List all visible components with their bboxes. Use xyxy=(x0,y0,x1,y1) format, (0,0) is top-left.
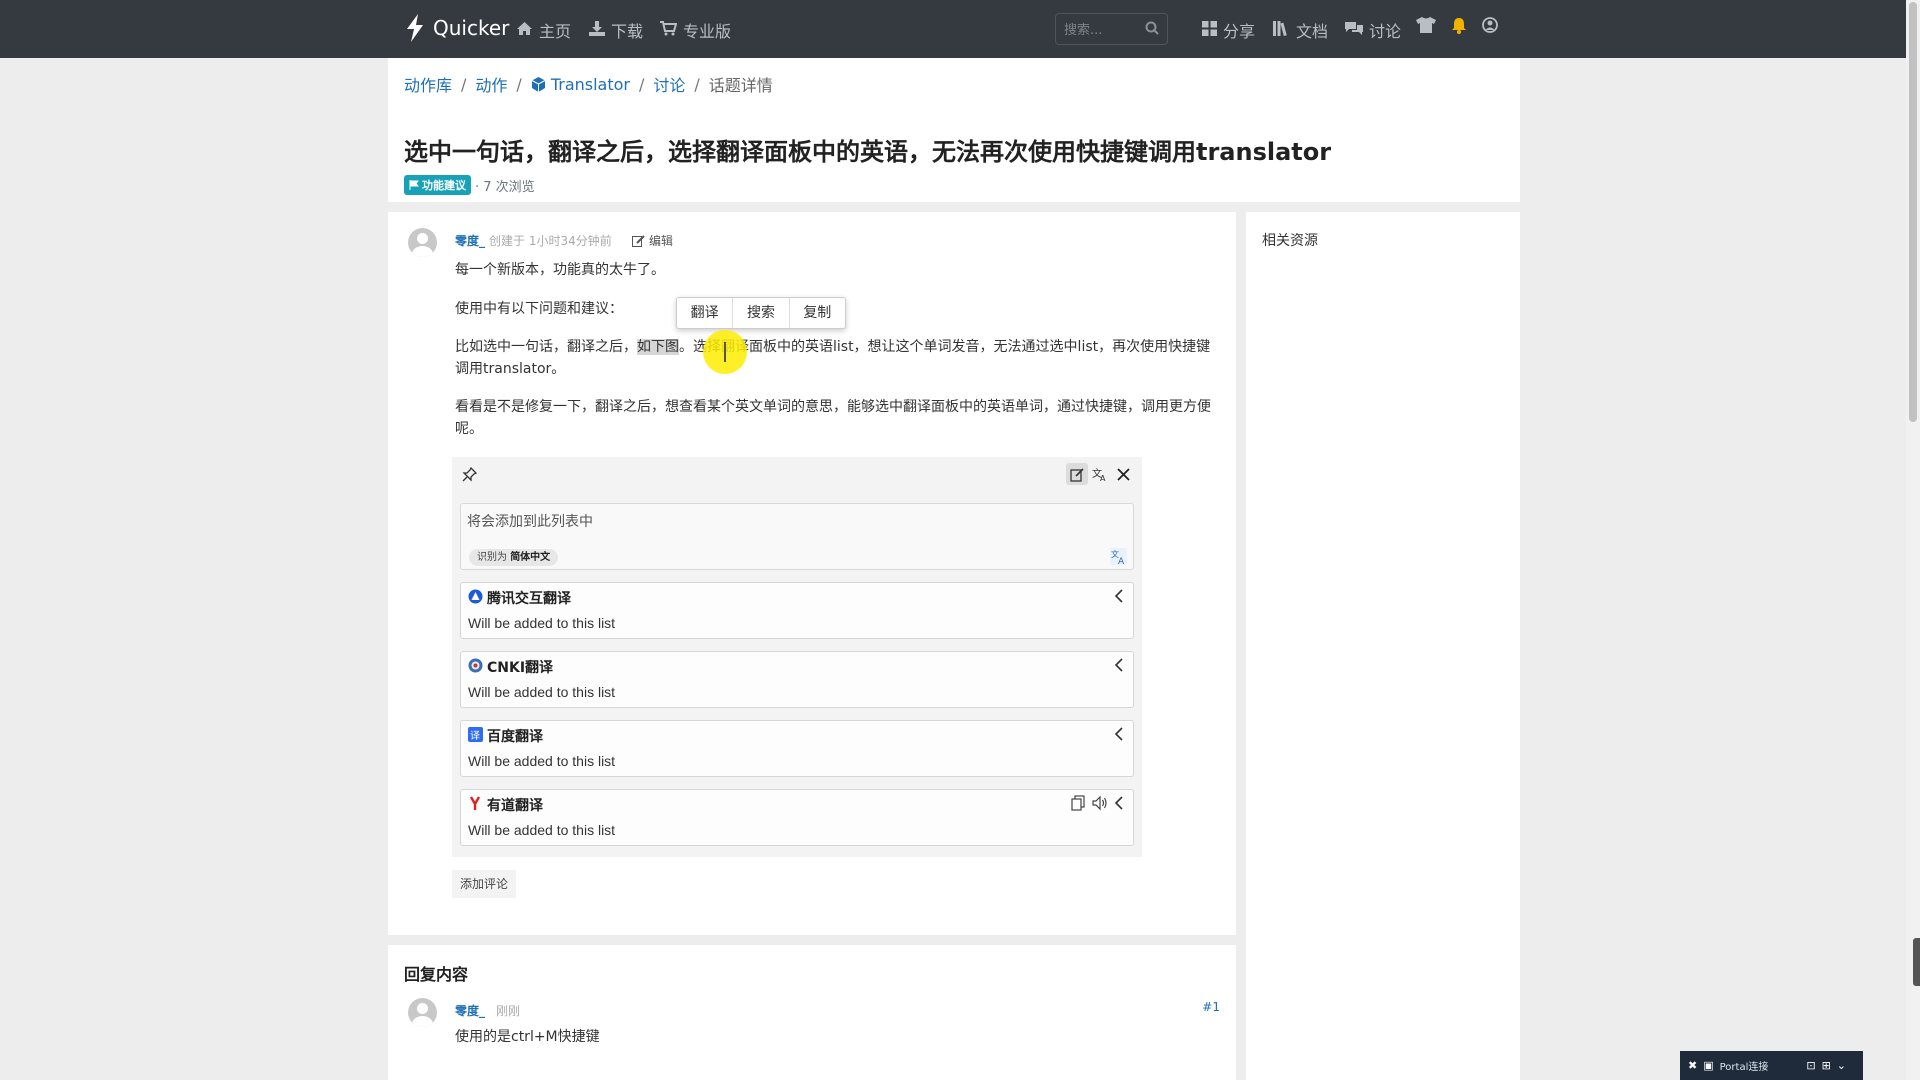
search-icon[interactable] xyxy=(1145,21,1159,35)
reply-number-link[interactable]: #1 xyxy=(1202,1000,1220,1014)
popup-translate-button[interactable]: 翻译 xyxy=(677,298,734,328)
edit-icon[interactable] xyxy=(1066,463,1088,485)
page-scrollbar[interactable] xyxy=(1906,0,1920,1080)
home-icon xyxy=(516,21,533,40)
app-logo-icon[interactable]: ✖ xyxy=(1688,1059,1697,1072)
cnki-logo-icon xyxy=(468,658,483,673)
nav-link-discuss[interactable]: 讨论 xyxy=(1345,18,1401,42)
text-cursor-icon xyxy=(724,342,726,362)
speaker-icon[interactable] xyxy=(1092,795,1108,811)
chevron-left-icon[interactable] xyxy=(1113,588,1125,604)
nav-link-pro[interactable]: 专业版 xyxy=(660,18,731,42)
nav-link-download[interactable]: 下载 xyxy=(589,18,643,42)
breadcrumb-translator[interactable]: Translator xyxy=(531,75,630,94)
popup-copy-button[interactable]: 复制 xyxy=(790,298,845,328)
side-drawer-handle[interactable] xyxy=(1913,938,1920,986)
translate-icon[interactable]: 文A xyxy=(1089,463,1111,485)
top-navbar: Quicker 主页 下载 专业版 分享 文档 xyxy=(0,0,1920,58)
result-tencent[interactable]: 腾讯交互翻译 Will be added to this list xyxy=(460,582,1134,639)
svg-text:A: A xyxy=(1100,474,1106,482)
nav-link-home[interactable]: 主页 xyxy=(516,18,571,42)
tray-app-icon[interactable]: ⊡ xyxy=(1806,1059,1815,1072)
search-box xyxy=(1055,13,1168,45)
reply-heading: 回复内容 xyxy=(404,965,469,984)
close-icon[interactable] xyxy=(1112,463,1134,485)
view-count: · 7 次浏览 xyxy=(475,179,535,195)
youdao-logo-icon xyxy=(469,796,481,810)
post-author[interactable]: 零度_ xyxy=(455,232,485,249)
bell-icon[interactable] xyxy=(1451,17,1467,38)
translator-panel-image: 文A 将会添加到此列表中 识别为 简体中文 文A 腾讯交互翻译 Will be … xyxy=(452,457,1142,857)
user-circle-icon[interactable] xyxy=(1482,17,1498,37)
books-icon xyxy=(1273,20,1290,40)
breadcrumb-discussion[interactable]: 讨论 xyxy=(653,72,685,96)
reply-text: 使用的是ctrl+M快捷键 xyxy=(455,1029,600,1045)
post-paragraph-1: 每一个新版本，功能真的太牛了。 xyxy=(455,262,665,278)
translator-input-text: 将会添加到此列表中 xyxy=(467,514,593,530)
copy-icon[interactable] xyxy=(1071,795,1087,811)
svg-text:译: 译 xyxy=(470,730,480,742)
avatar[interactable] xyxy=(408,228,437,257)
lightning-logo-icon xyxy=(407,14,423,42)
edit-icon xyxy=(632,234,645,247)
related-resources-title: 相关资源 xyxy=(1262,233,1318,249)
avatar[interactable] xyxy=(408,998,437,1027)
result-baidu[interactable]: 译 百度翻译 Will be added to this list xyxy=(460,720,1134,777)
result-cnki[interactable]: CNKI翻译 Will be added to this list xyxy=(460,651,1134,708)
reply-card: 回复内容 零度_ 刚刚 #1 使用的是ctrl+M快捷键 xyxy=(388,945,1236,1080)
search-input[interactable] xyxy=(1064,20,1144,40)
tray-label[interactable]: Portal连接 xyxy=(1720,1058,1769,1073)
baidu-logo-icon: 译 xyxy=(468,727,483,742)
category-tag[interactable]: 功能建议 xyxy=(404,175,471,195)
breadcrumb-action-library[interactable]: 动作库 xyxy=(404,72,452,96)
edit-button[interactable]: 编辑 xyxy=(632,232,673,249)
svg-text:A: A xyxy=(1118,557,1125,565)
selection-popup: 翻译 搜索 复制 xyxy=(676,297,846,329)
detected-language-badge: 识别为 简体中文 xyxy=(469,549,559,566)
post-card: 零度_ 创建于 1小时34分钟前 编辑 每一个新版本，功能真的太牛了。 使用中有… xyxy=(388,212,1236,935)
page-title: 选中一句话，翻译之后，选择翻译面板中的英语，无法再次使用快捷键调用transla… xyxy=(404,138,1332,166)
breadcrumb-actions[interactable]: 动作 xyxy=(475,72,507,96)
post-paragraph-4: 看看是不是修复一下，翻译之后，想查看某个英文单词的意思，能够选中翻译面板中的英语… xyxy=(455,399,1211,437)
chevron-left-icon[interactable] xyxy=(1113,657,1125,673)
reply-time: 刚刚 xyxy=(496,1004,521,1018)
chevron-down-icon[interactable]: ⌄ xyxy=(1837,1059,1846,1072)
cart-icon xyxy=(660,20,678,40)
grid-icon xyxy=(1202,20,1217,40)
add-comment-button[interactable]: 添加评论 xyxy=(452,870,516,898)
related-resources-panel: 相关资源 xyxy=(1246,212,1520,1080)
popup-search-button[interactable]: 搜索 xyxy=(733,298,790,328)
comments-icon xyxy=(1345,21,1363,40)
tshirt-icon[interactable] xyxy=(1416,17,1436,37)
brand-logo[interactable]: Quicker xyxy=(405,14,509,42)
tencent-logo-icon xyxy=(468,589,483,604)
cube-icon xyxy=(531,76,546,92)
result-youdao[interactable]: 有道翻译 Will be added to this list xyxy=(460,789,1134,846)
topic-header-card: 动作库 / 动作 / Translator / 讨论 / 话题详情 选中一句话，… xyxy=(388,58,1520,202)
download-icon xyxy=(589,20,605,40)
system-tray: ✖ ▣ Portal连接 ⊡ ⊞ ⌄ xyxy=(1680,1051,1863,1080)
post-created-time: 创建于 1小时34分钟前 xyxy=(489,234,612,248)
selected-text[interactable]: 如下图 xyxy=(637,339,679,355)
window-icon[interactable]: ▣ xyxy=(1703,1059,1713,1072)
translate-icon[interactable]: 文A xyxy=(1110,548,1127,565)
post-paragraph-3: 比如选中一句话，翻译之后，如下图。选择翻译面板中的英语list，想让这个单词发音… xyxy=(455,339,1211,377)
scrollbar-thumb[interactable] xyxy=(1909,2,1917,422)
ime-icon[interactable]: ⊞ xyxy=(1822,1059,1831,1072)
chevron-left-icon[interactable] xyxy=(1113,726,1125,742)
reply-author[interactable]: 零度_ xyxy=(455,1002,485,1019)
topic-meta: 功能建议 · 7 次浏览 xyxy=(404,175,535,195)
breadcrumb: 动作库 / 动作 / Translator / 讨论 / 话题详情 xyxy=(404,72,773,96)
chevron-left-icon[interactable] xyxy=(1113,795,1125,811)
translator-input[interactable]: 将会添加到此列表中 识别为 简体中文 文A xyxy=(460,503,1134,570)
brand-name: Quicker xyxy=(433,16,510,40)
breadcrumb-current: 话题详情 xyxy=(708,76,773,95)
post-paragraph-2: 使用中有以下问题和建议： xyxy=(455,301,623,317)
nav-link-share[interactable]: 分享 xyxy=(1202,18,1255,42)
pin-icon[interactable] xyxy=(458,463,480,485)
nav-link-docs[interactable]: 文档 xyxy=(1273,18,1328,42)
flag-icon xyxy=(409,180,419,190)
